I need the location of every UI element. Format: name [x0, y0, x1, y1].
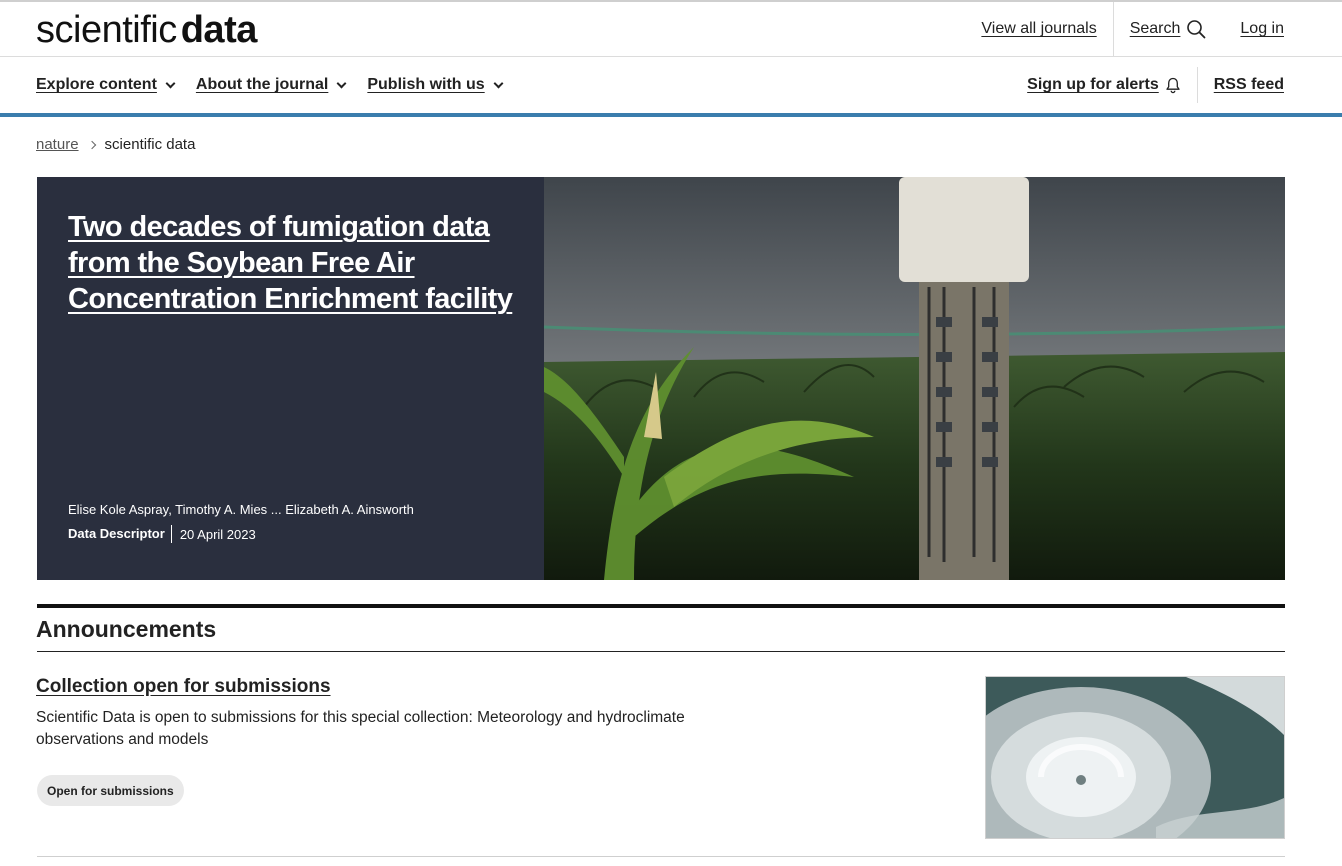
hero-text-panel: Two decades of fumigation data from the …: [37, 177, 544, 580]
sign-up-alerts-link[interactable]: Sign up for alerts: [1027, 76, 1181, 94]
login-link[interactable]: Log in: [1240, 20, 1284, 38]
search-button[interactable]: Search: [1130, 19, 1207, 39]
publish-date: 20 April 2023: [179, 526, 256, 542]
hero-article-title[interactable]: Two decades of fumigation data from the …: [68, 209, 518, 317]
hero-image: [544, 177, 1285, 580]
nav-about-journal[interactable]: About the journal: [195, 76, 347, 94]
breadcrumb: nature scientific data: [36, 136, 195, 153]
breadcrumb-current: scientific data: [104, 136, 196, 153]
open-for-submissions-badge: Open for submissions: [37, 775, 184, 806]
hero-meta: Data Descriptor 20 April 2023: [68, 525, 256, 543]
divider: [1196, 67, 1198, 103]
rss-feed-link[interactable]: RSS feed: [1214, 76, 1284, 94]
nav-item-label: About the journal: [195, 76, 329, 93]
announcements-top-rule: [37, 604, 1285, 608]
announcements-divider: [37, 651, 1285, 652]
bell-icon: [1166, 77, 1180, 93]
journal-nav: Explore content About the journal Publis…: [0, 57, 1342, 113]
announcement-description: Scientific Data is open to submissions f…: [36, 709, 685, 748]
search-icon: [1187, 20, 1206, 39]
announcement-title-link[interactable]: Collection open for submissions: [36, 676, 331, 698]
hurricane-satellite-image: [986, 677, 1284, 838]
nav-actions: Sign up for alerts RSS feed: [1027, 67, 1284, 103]
nav-accent-bar: [0, 113, 1342, 117]
divider: [1112, 2, 1114, 56]
section-bottom-rule: [37, 856, 1285, 857]
search-label: Search: [1129, 20, 1181, 37]
hero-authors: Elise Kole Aspray, Timothy A. Mies ... E…: [68, 502, 414, 517]
breadcrumb-nature-link[interactable]: nature: [36, 136, 79, 153]
nav-item-label: Publish with us: [367, 76, 485, 93]
hero-article: Two decades of fumigation data from the …: [37, 177, 1285, 580]
chevron-down-icon: [165, 78, 176, 88]
announcements-heading: Announcements: [36, 616, 217, 642]
logo-light-text: scientific: [36, 9, 177, 51]
journal-logo[interactable]: scientific data: [36, 8, 257, 52]
masthead: scientific data View all journals Search …: [0, 2, 1342, 57]
masthead-links: View all journals Search Log in: [981, 2, 1284, 56]
article-type: Data Descriptor: [68, 525, 172, 543]
nav-item-label: Explore content: [36, 76, 157, 93]
announcement-image[interactable]: [985, 676, 1285, 839]
view-all-journals-link[interactable]: View all journals: [981, 20, 1096, 38]
alerts-label: Sign up for alerts: [1027, 76, 1159, 93]
chevron-down-icon: [493, 78, 504, 88]
nav-explore-content[interactable]: Explore content: [36, 76, 176, 94]
hero-photo-illustration: [544, 177, 1285, 580]
nav-publish-with-us[interactable]: Publish with us: [367, 76, 504, 94]
logo-bold-text: data: [180, 9, 258, 51]
chevron-down-icon: [336, 78, 347, 88]
nav-menu: Explore content About the journal Publis…: [36, 57, 504, 113]
chevron-right-icon: [87, 140, 96, 149]
